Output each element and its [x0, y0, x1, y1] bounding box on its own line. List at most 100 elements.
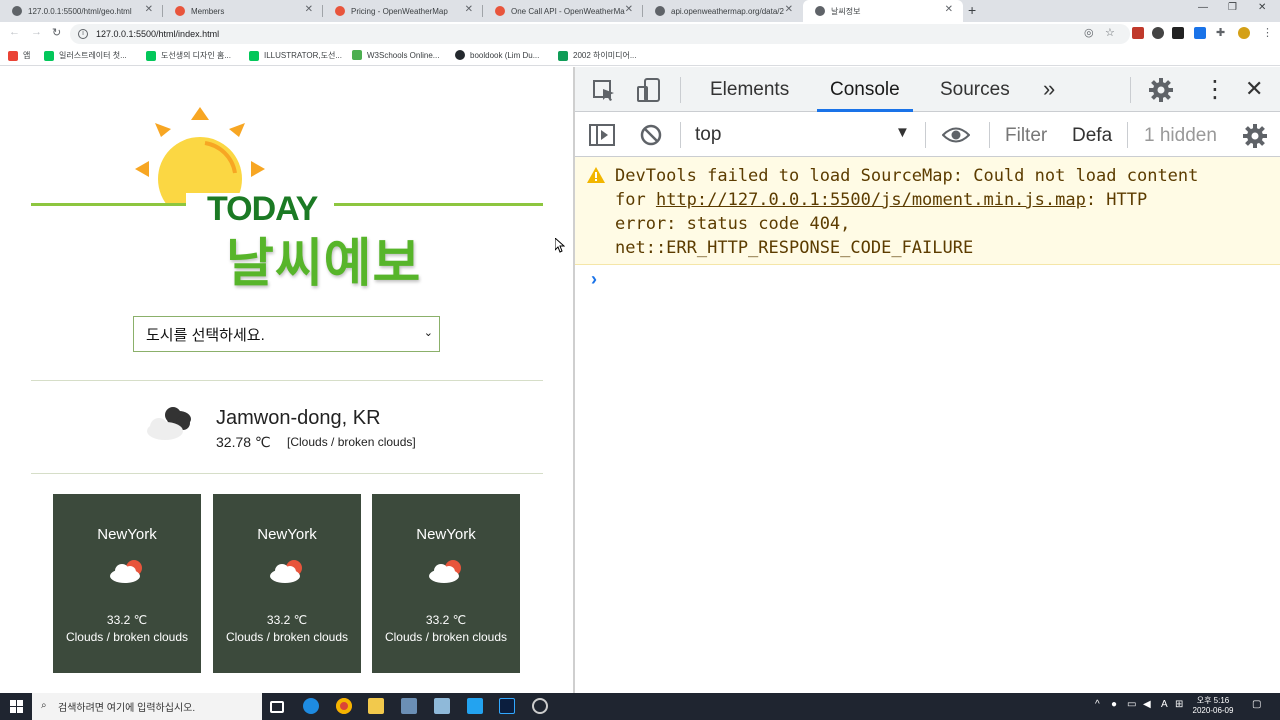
network-icon[interactable]: ▭ [1127, 700, 1136, 710]
context-dropdown-icon[interactable]: ▼ [895, 124, 910, 141]
extension-icon[interactable] [1194, 27, 1206, 39]
tab-title: 127.0.0.1:5500/html/geo.html [28, 6, 132, 16]
city-select-value: 도시를 선택하세요. [146, 326, 265, 344]
city-card[interactable]: NewYork 33.2 ℃ Clouds / broken clouds [372, 494, 520, 673]
minimize-button[interactable]: — [1198, 2, 1208, 13]
tab-sources[interactable]: Sources [940, 79, 1010, 101]
browser-tab[interactable]: 127.0.0.1:5500/html/geo.html ✕ [0, 0, 163, 22]
info-icon[interactable]: i [78, 29, 88, 39]
sourcemap-link[interactable]: http://127.0.0.1:5500/js/moment.min.js.m… [656, 190, 1086, 210]
chrome-icon[interactable] [336, 698, 352, 714]
notification-icon[interactable]: ▢ [1252, 700, 1261, 710]
log-levels-select[interactable]: Defa [1072, 125, 1112, 147]
ime-icon[interactable]: A [1161, 700, 1168, 710]
clock[interactable]: 오후 5:16 2020-06-09 [1190, 696, 1236, 716]
address-bar[interactable]: i 127.0.0.1:5500/html/index.html [70, 24, 1130, 44]
close-icon[interactable]: ✕ [305, 4, 313, 15]
naver-icon [146, 50, 156, 61]
city-select[interactable]: 도시를 선택하세요. ⌄ [133, 316, 440, 352]
clear-console-icon[interactable] [640, 124, 662, 146]
browser-toolbar: ← → ↻ i 127.0.0.1:5500/html/index.html ◎… [0, 22, 1280, 46]
more-tabs-icon[interactable]: » [1043, 76, 1055, 102]
warning-icon [587, 167, 605, 183]
bookmark-item[interactable]: ILLUSTRATOR,도선... [249, 50, 342, 61]
restore-button[interactable]: ❐ [1228, 2, 1237, 13]
extension-icon[interactable] [1172, 27, 1184, 39]
card-desc: Clouds / broken clouds [225, 630, 349, 644]
globe-icon [655, 6, 665, 16]
broken-clouds-icon [110, 560, 142, 583]
close-icon[interactable]: ✕ [465, 4, 473, 15]
app-icon[interactable] [532, 698, 548, 714]
sidebar-toggle-icon[interactable] [589, 124, 615, 146]
back-button[interactable]: ← [9, 26, 20, 38]
city-card[interactable]: NewYork 33.2 ℃ Clouds / broken clouds [213, 494, 361, 673]
eye-icon[interactable] [942, 126, 970, 144]
broken-clouds-icon [270, 560, 302, 583]
browser-tab[interactable]: Pricing - OpenWeatherMap ✕ [323, 0, 483, 22]
close-icon[interactable]: ✕ [1245, 76, 1263, 102]
browser-tab-active[interactable]: 날씨정보 ✕ [803, 0, 963, 22]
task-view-icon[interactable] [270, 701, 284, 713]
sun-icon [135, 107, 265, 203]
file-explorer-icon[interactable] [368, 698, 384, 714]
photoshop-icon[interactable] [499, 698, 515, 714]
city-card[interactable]: NewYork 33.2 ℃ Clouds / broken clouds [53, 494, 201, 673]
taskbar-search-input[interactable]: ⌕ 검색하려면 여기에 입력하십시오. [32, 693, 262, 720]
bookmark-item[interactable]: W3Schools Online... [352, 50, 439, 60]
reload-button[interactable]: ↻ [52, 26, 61, 39]
window-close-button[interactable]: ✕ [1258, 2, 1266, 13]
console-prompt-chevron-icon[interactable]: › [591, 269, 597, 290]
console-warning-message: DevTools failed to load SourceMap: Could… [575, 157, 1280, 265]
close-icon[interactable]: ✕ [945, 4, 953, 15]
browser-tab[interactable]: api.openweathermap.org/data/2 ✕ [643, 0, 803, 22]
close-icon[interactable]: ✕ [625, 4, 633, 15]
windows-start-icon[interactable] [10, 700, 23, 713]
mouse-cursor-icon [555, 238, 565, 253]
star-icon[interactable]: ☆ [1105, 26, 1115, 39]
filter-input[interactable]: Filter [1005, 125, 1047, 147]
app-icon[interactable] [434, 698, 450, 714]
taskbar: ⌕ 검색하려면 여기에 입력하십시오. ^ ● ▭ ◀ A ⊞ 오후 5:16 … [0, 693, 1280, 720]
bookmark-item[interactable]: 2002 하이미디어... [558, 50, 637, 61]
close-icon[interactable]: ✕ [785, 4, 793, 15]
volume-icon[interactable]: ◀ [1143, 700, 1151, 710]
browser-tab[interactable]: Members ✕ [163, 0, 323, 22]
menu-icon[interactable]: ⋮ [1262, 26, 1273, 39]
tab-elements[interactable]: Elements [710, 79, 789, 101]
sheets-icon [558, 50, 568, 61]
naver-icon [249, 50, 259, 61]
tab-console[interactable]: Console [830, 79, 900, 101]
device-toolbar-icon[interactable] [636, 77, 662, 103]
card-city: NewYork [257, 526, 317, 543]
app-icon[interactable] [401, 698, 417, 714]
extension-icon[interactable] [1132, 27, 1144, 39]
location-icon[interactable]: ◎ [1084, 26, 1094, 39]
extension-icon[interactable] [1152, 27, 1164, 39]
bookmark-apps[interactable]: 앱 [8, 50, 30, 61]
forward-button[interactable]: → [31, 26, 42, 38]
new-tab-button[interactable]: + [968, 2, 976, 18]
edge-icon[interactable] [303, 698, 319, 714]
tray-chevron-icon[interactable]: ^ [1095, 700, 1100, 710]
puzzle-icon[interactable]: ✚ [1216, 26, 1225, 39]
inspect-element-icon[interactable] [592, 79, 616, 103]
bookmark-item[interactable]: 일러스트레이터 첫... [44, 50, 127, 61]
vscode-icon[interactable] [467, 698, 483, 714]
card-temp: 33.2 ℃ [266, 613, 308, 627]
w3schools-icon [352, 50, 362, 60]
active-tab-indicator [817, 109, 913, 112]
bookmark-item[interactable]: 도선생의 디자인 홈... [146, 50, 231, 61]
gear-icon[interactable] [1149, 78, 1173, 102]
tab-title: Members [191, 6, 225, 16]
github-icon [455, 50, 465, 60]
context-select[interactable]: top [695, 124, 721, 146]
kebab-menu-icon[interactable]: ⋮ [1203, 75, 1227, 104]
bookmark-item[interactable]: booldook (Lim Du... [455, 50, 539, 60]
browser-tab[interactable]: One Call API - OpenWeatherMa ✕ [483, 0, 643, 22]
close-icon[interactable]: ✕ [145, 4, 153, 15]
console-settings-gear-icon[interactable] [1243, 124, 1267, 148]
microphone-icon[interactable]: ● [1111, 700, 1117, 710]
avatar[interactable] [1238, 27, 1250, 39]
ime-icon[interactable]: ⊞ [1175, 700, 1183, 710]
